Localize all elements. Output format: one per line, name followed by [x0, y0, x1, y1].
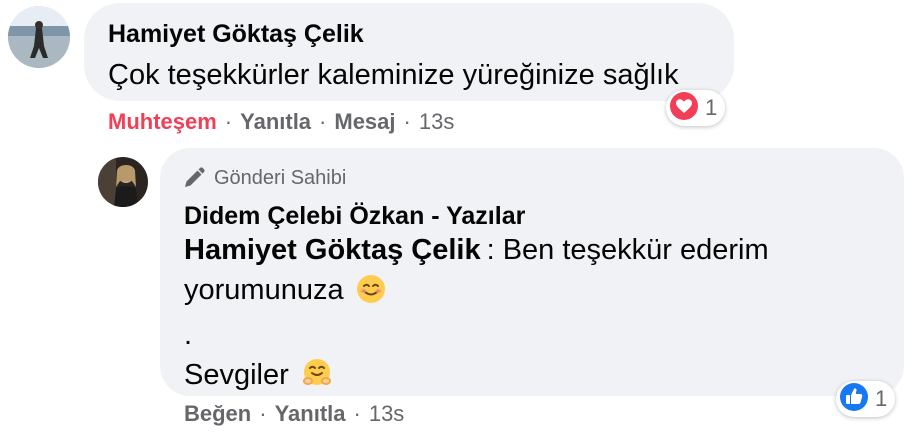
thumbs-up-icon [839, 382, 869, 417]
comment-text: Çok teşekkürler kaleminize yüreğinize sa… [108, 59, 679, 91]
reply-line-2: yorumunuza [184, 274, 344, 306]
comment-timestamp[interactable]: 13s [419, 109, 454, 135]
reaction-count: 1 [875, 386, 888, 411]
comment-reaction-summary[interactable]: 1 [666, 90, 726, 126]
reply-line-1: : Ben teşekkür ederim [486, 234, 769, 266]
reply-author-avatar[interactable] [98, 157, 148, 207]
reply-button[interactable]: Yanıtla [275, 401, 346, 427]
pen-icon [182, 166, 206, 190]
separator: · [403, 109, 411, 134]
reply-bubble: Gönderi Sahibi Didem Çelebi Özkan - Yazı… [160, 148, 904, 396]
smiling-emoji-icon [356, 274, 386, 315]
reply-reaction-summary[interactable]: 1 [836, 381, 896, 417]
reply-author-name[interactable]: Didem Çelebi Özkan - Yazılar [184, 202, 525, 231]
reply-text: Hamiyet Göktaş Çelik: Ben teşekkür ederi… [184, 230, 884, 400]
post-owner-badge: Gönderi Sahibi [182, 166, 346, 190]
comment-actions: Muhteşem · Yanıtla · Mesaj · 13s [108, 109, 454, 135]
reply-line-4: Sevgiler [184, 359, 289, 391]
post-owner-label: Gönderi Sahibi [214, 166, 347, 189]
like-button[interactable]: Beğen [184, 401, 251, 427]
comment-bubble: Hamiyet Göktaş Çelik Çok teşekkürler kal… [84, 3, 734, 101]
hugging-emoji-icon [301, 357, 333, 400]
reply-button[interactable]: Yanıtla [240, 109, 311, 135]
message-button[interactable]: Mesaj [334, 109, 395, 135]
mentioned-user[interactable]: Hamiyet Göktaş Çelik [184, 234, 481, 266]
reply-actions: Beğen · Yanıtla · 13s [184, 401, 404, 427]
reaction-count: 1 [705, 95, 718, 120]
reply-line-3: . [184, 319, 193, 351]
separator: · [319, 109, 327, 134]
separator: · [259, 401, 267, 426]
reply-timestamp[interactable]: 13s [369, 401, 404, 427]
commenter-avatar[interactable] [8, 6, 70, 68]
separator: · [353, 401, 361, 426]
separator: · [224, 109, 233, 134]
heart-icon [669, 91, 699, 126]
comment-author-name[interactable]: Hamiyet Göktaş Çelik [108, 20, 364, 49]
reaction-button[interactable]: Muhteşem [108, 109, 217, 135]
